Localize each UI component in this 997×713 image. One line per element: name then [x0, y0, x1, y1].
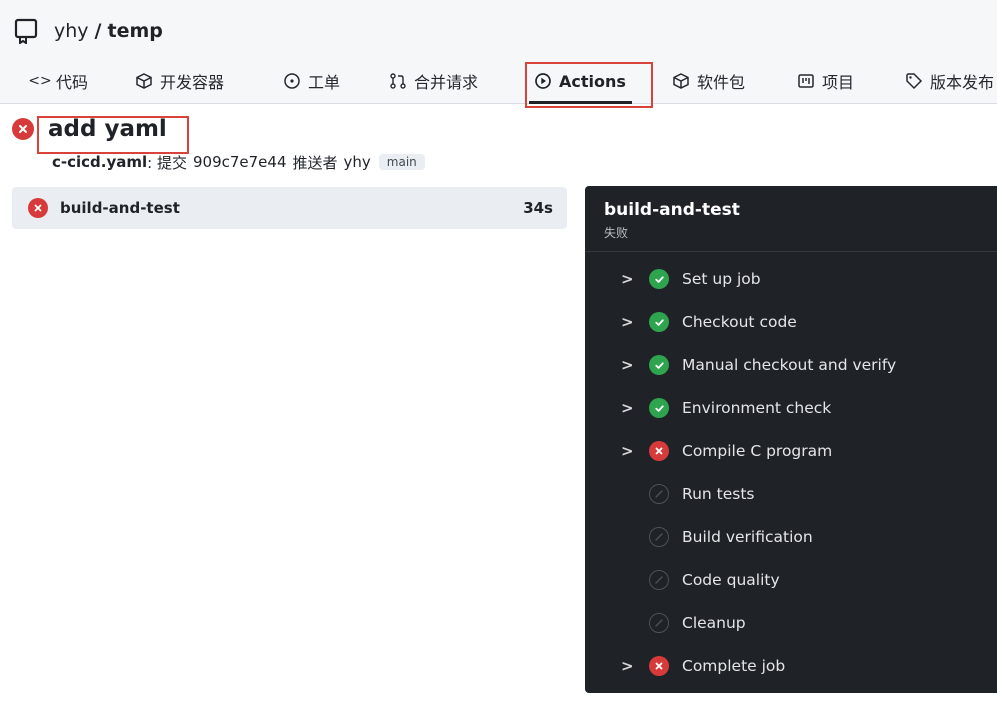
check-circle-icon	[649, 312, 669, 332]
step-row: Run tests	[585, 476, 997, 512]
branch-badge[interactable]: main	[378, 154, 425, 170]
tab-projects[interactable]: 项目	[796, 58, 854, 104]
chevron-right-icon[interactable]: >	[621, 657, 634, 675]
step-row[interactable]: > Checkout code	[585, 304, 997, 340]
step-row[interactable]: > Manual checkout and verify	[585, 347, 997, 383]
job-detail-header: build-and-test 失败	[585, 186, 997, 252]
package-box-icon	[134, 71, 154, 91]
tag-icon	[904, 71, 924, 91]
step-row[interactable]: > Compile C program	[585, 433, 997, 469]
repo-header: yhy / temp <> 代码 开发容器 工单 合并请求 Actions 软件…	[0, 0, 997, 104]
check-circle-icon	[649, 269, 669, 289]
repo-tabs: <> 代码 开发容器 工单 合并请求 Actions 软件包 项目 版本发布	[0, 58, 997, 104]
issue-circle-icon	[282, 71, 302, 91]
job-duration: 34s	[523, 199, 553, 217]
job-detail-status: 失败	[604, 226, 629, 240]
repo-owner-link[interactable]: yhy	[54, 20, 89, 42]
run-meta: c-cicd.yaml : 提交 909c7e7e44 推送者 yhy main	[52, 151, 425, 173]
run-title: add yaml	[12, 116, 167, 142]
skipped-icon	[649, 570, 669, 590]
chevron-right-icon[interactable]: >	[621, 270, 634, 288]
package-icon	[671, 71, 691, 91]
tab-releases-label: 版本发布	[930, 73, 995, 92]
project-board-icon	[796, 71, 816, 91]
step-row: Code quality	[585, 562, 997, 598]
workflow-file-link[interactable]: c-cicd.yaml	[52, 153, 147, 171]
tab-packages[interactable]: 软件包	[671, 58, 745, 104]
step-label: Checkout code	[682, 313, 797, 331]
step-label: Code quality	[682, 571, 780, 589]
tab-code[interactable]: <> 代码	[28, 58, 89, 104]
tab-actions-label: Actions	[559, 71, 626, 91]
chevron-right-icon[interactable]: >	[621, 356, 634, 374]
step-label: Compile C program	[682, 442, 833, 460]
skipped-icon	[649, 484, 669, 504]
chevron-right-icon[interactable]: >	[621, 442, 634, 460]
failure-status-icon	[12, 118, 34, 140]
tab-code-label: 代码	[56, 73, 89, 92]
step-row: Build verification	[585, 519, 997, 555]
step-label: Set up job	[682, 270, 761, 288]
tab-projects-label: 项目	[822, 73, 855, 92]
code-icon: <>	[28, 73, 52, 89]
step-label: Cleanup	[682, 614, 746, 632]
tab-issues-label: 工单	[308, 73, 341, 92]
tab-releases[interactable]: 版本发布	[904, 58, 994, 104]
pusher-link[interactable]: yhy	[344, 153, 371, 171]
commit-prefix: : 提交	[147, 153, 187, 172]
pull-request-icon	[388, 71, 408, 91]
chevron-right-icon[interactable]: >	[621, 399, 634, 417]
step-label: Complete job	[682, 657, 786, 675]
commit-sha-link[interactable]: 909c7e7e44	[193, 153, 287, 171]
step-row[interactable]: > Set up job	[585, 261, 997, 297]
step-row: Cleanup	[585, 605, 997, 641]
step-label: Build verification	[682, 528, 813, 546]
tab-dev-container-label: 开发容器	[160, 73, 225, 92]
x-circle-icon	[649, 441, 669, 461]
pushed-by-label: 推送者	[292, 153, 338, 172]
repo-icon	[14, 18, 38, 44]
step-label: Environment check	[682, 399, 832, 417]
repo-title: yhy / temp	[14, 16, 163, 46]
job-name: build-and-test	[60, 199, 180, 217]
step-row[interactable]: > Complete job	[585, 648, 997, 684]
step-row[interactable]: > Environment check	[585, 390, 997, 426]
step-label: Run tests	[682, 485, 755, 503]
play-circle-icon	[533, 71, 553, 91]
repo-name-link[interactable]: temp	[107, 20, 162, 42]
tab-dev-container[interactable]: 开发容器	[134, 58, 224, 104]
tab-pull-requests-label: 合并请求	[414, 73, 479, 92]
tab-issues[interactable]: 工单	[282, 58, 340, 104]
chevron-right-icon[interactable]: >	[621, 313, 634, 331]
step-label: Manual checkout and verify	[682, 356, 897, 374]
job-detail-panel: build-and-test 失败 > Set up job > Checkout c…	[585, 186, 997, 693]
job-failure-icon	[28, 198, 48, 218]
repo-separator: /	[94, 20, 102, 42]
skipped-icon	[649, 613, 669, 633]
x-circle-icon	[649, 656, 669, 676]
job-list-item[interactable]: build-and-test 34s	[12, 187, 567, 229]
check-circle-icon	[649, 355, 669, 375]
tab-packages-label: 软件包	[697, 73, 746, 92]
skipped-icon	[649, 527, 669, 547]
job-detail-title: build-and-test	[604, 200, 740, 220]
check-circle-icon	[649, 398, 669, 418]
tab-pull-requests[interactable]: 合并请求	[388, 58, 478, 104]
run-title-text: add yaml	[48, 116, 167, 142]
tab-actions[interactable]: Actions	[529, 58, 632, 104]
